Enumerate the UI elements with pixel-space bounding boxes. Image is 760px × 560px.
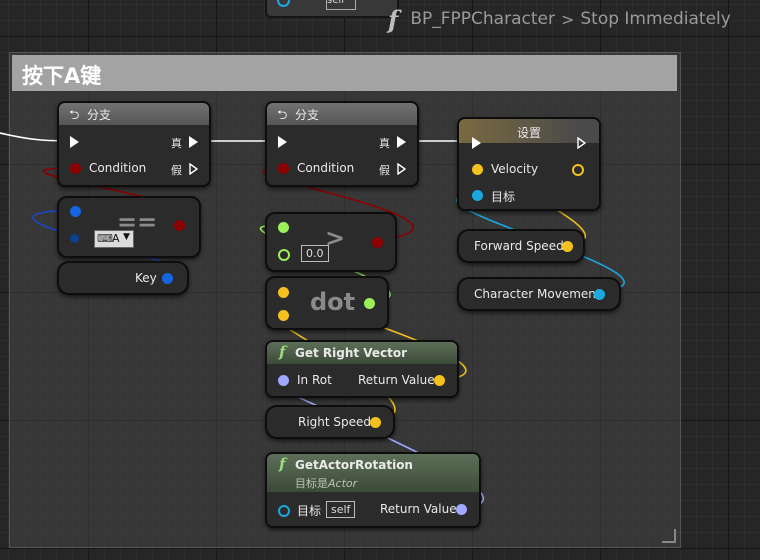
- function-icon: f: [279, 455, 286, 473]
- key-a-pin[interactable]: [70, 206, 81, 217]
- vector-a-pin[interactable]: [278, 287, 289, 298]
- target-label: 目标: [491, 190, 516, 204]
- condition-pin[interactable]: [278, 163, 289, 174]
- forward-speed-label: Forward Speed: [474, 239, 564, 253]
- get-actor-rotation-node[interactable]: f GetActorRotation 目标是Actor 目标 self Retu…: [265, 452, 481, 528]
- key-out-pin[interactable]: [162, 273, 173, 284]
- float-b-pin[interactable]: [278, 249, 290, 261]
- forward-speed-pin[interactable]: [562, 241, 573, 252]
- true-exec-pin[interactable]: [189, 136, 198, 148]
- key-getter[interactable]: Key: [57, 261, 189, 295]
- target-pin[interactable]: [278, 505, 290, 517]
- return-value-label: Return Value: [380, 502, 457, 516]
- forward-speed-getter[interactable]: Forward Speed: [457, 229, 585, 263]
- float-a-pin[interactable]: [278, 222, 289, 233]
- exec-in-pin[interactable]: [472, 137, 481, 149]
- target-pin[interactable]: [472, 190, 483, 201]
- false-exec-pin[interactable]: [397, 163, 406, 175]
- function-title: GetActorRotation: [295, 458, 413, 472]
- condition-label: Condition: [297, 161, 355, 175]
- set-node[interactable]: 设置 Velocity 目标: [457, 117, 601, 211]
- right-speed-pin[interactable]: [370, 417, 381, 428]
- in-rot-pin[interactable]: [278, 375, 289, 386]
- character-movement-label: Character Movement: [474, 287, 601, 301]
- condition-label: Condition: [89, 161, 147, 175]
- false-label: 假: [171, 164, 182, 177]
- function-subtitle: 目标是Actor: [295, 477, 358, 490]
- exec-out-pin[interactable]: [577, 137, 586, 149]
- branch-icon: ⮌: [277, 108, 288, 123]
- dot-node[interactable]: dot: [265, 276, 389, 330]
- key-label: Key: [135, 271, 157, 285]
- false-label: 假: [379, 164, 390, 177]
- right-speed-getter[interactable]: Right Speed: [265, 405, 395, 439]
- exec-in-pin[interactable]: [70, 136, 79, 148]
- return-value-pin[interactable]: [434, 375, 445, 386]
- character-movement-getter[interactable]: Character Movement: [457, 277, 621, 311]
- vector-b-pin[interactable]: [278, 310, 289, 321]
- true-exec-pin[interactable]: [397, 136, 406, 148]
- get-right-vector-node[interactable]: f Get Right Vector In Rot Return Value: [265, 340, 459, 398]
- dot-label: dot: [310, 288, 356, 316]
- equal-node[interactable]: == ⌨ A ▼: [57, 196, 201, 258]
- false-exec-pin[interactable]: [189, 163, 198, 175]
- condition-pin[interactable]: [70, 163, 81, 174]
- function-icon: f: [279, 343, 286, 361]
- branch-node-2[interactable]: ⮌ 分支 真 Condition 假: [265, 101, 419, 187]
- key-selector[interactable]: ⌨ A ▼: [94, 230, 134, 248]
- keyboard-icon: ⌨: [97, 232, 113, 245]
- velocity-label: Velocity: [491, 162, 539, 176]
- greater-node[interactable]: > 0.0: [265, 212, 397, 272]
- key-b-pin[interactable]: [70, 234, 79, 243]
- true-label: 真: [171, 137, 182, 150]
- branch-title: 分支: [87, 108, 112, 122]
- result-pin[interactable]: [174, 220, 185, 231]
- branch-header: [267, 103, 417, 125]
- key-value: A: [112, 232, 120, 245]
- chevron-down-icon: ▼: [123, 232, 130, 242]
- return-value-pin[interactable]: [456, 504, 467, 515]
- character-movement-pin[interactable]: [594, 289, 605, 300]
- in-rot-label: In Rot: [297, 373, 332, 387]
- target-label: 目标: [297, 504, 322, 518]
- function-title: Get Right Vector: [295, 346, 408, 360]
- branch-icon: ⮌: [69, 108, 80, 123]
- return-value-label: Return Value: [358, 373, 435, 387]
- branch-header: [59, 103, 209, 125]
- true-label: 真: [379, 137, 390, 150]
- dot-result-pin[interactable]: [364, 298, 375, 309]
- velocity-pin[interactable]: [472, 164, 483, 175]
- right-speed-label: Right Speed: [298, 415, 372, 429]
- branch-node-1[interactable]: ⮌ 分支 真 Condition 假: [57, 101, 211, 187]
- exec-in-pin[interactable]: [278, 136, 287, 148]
- velocity-out-pin[interactable]: [572, 164, 584, 176]
- branch-title: 分支: [295, 108, 320, 122]
- set-title: 设置: [517, 126, 542, 140]
- float-input[interactable]: 0.0: [301, 245, 329, 262]
- self-field[interactable]: self: [326, 501, 356, 518]
- result-pin[interactable]: [372, 237, 383, 248]
